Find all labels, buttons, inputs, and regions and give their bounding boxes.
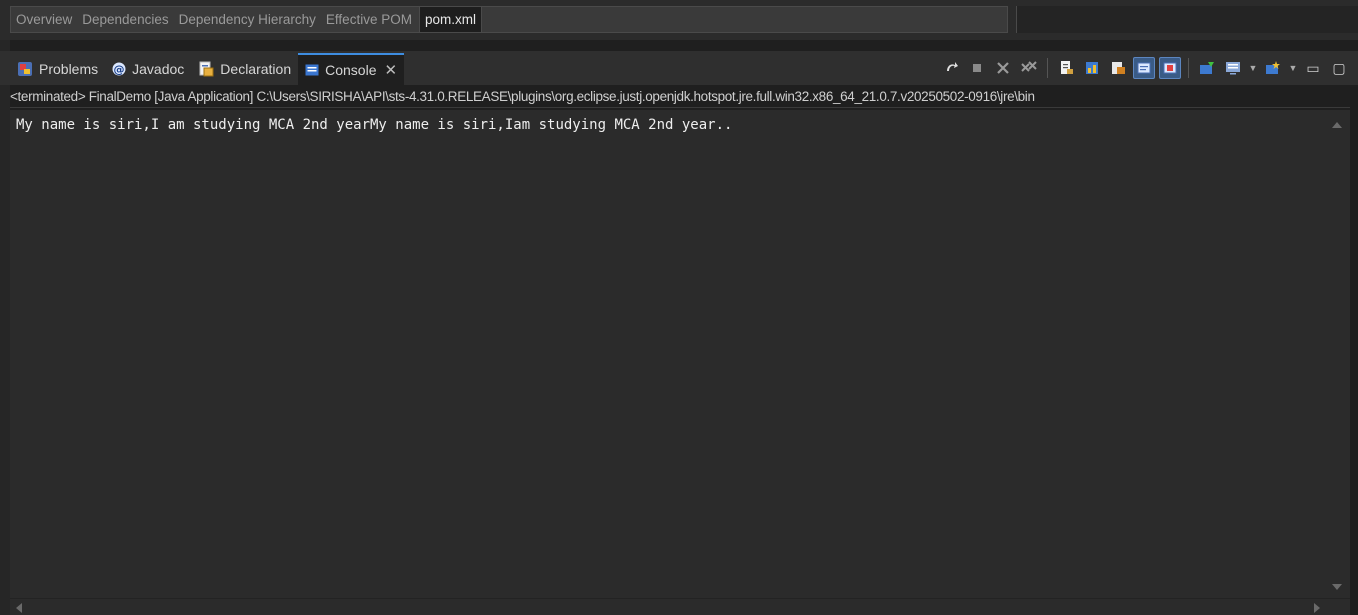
editor-tab-bar: Overview Dependencies Dependency Hierarc… bbox=[10, 6, 1008, 33]
show-stdout-icon[interactable] bbox=[1133, 57, 1155, 79]
close-icon[interactable]: ✕ bbox=[385, 63, 398, 78]
left-gutter bbox=[0, 40, 10, 615]
console-output[interactable]: My name is siri,I am studying MCA 2nd ye… bbox=[10, 110, 1325, 598]
tab-pom-xml[interactable]: pom.xml bbox=[418, 7, 482, 32]
editor-tab-strip: Overview Dependencies Dependency Hierarc… bbox=[0, 0, 1358, 40]
horizontal-scrollbar[interactable] bbox=[10, 598, 1350, 615]
tab-javadoc[interactable]: @ Javadoc bbox=[105, 53, 191, 85]
rerun-icon[interactable] bbox=[940, 57, 962, 79]
open-console-icon[interactable] bbox=[1262, 57, 1284, 79]
chevron-down-icon[interactable]: ▼ bbox=[1288, 63, 1298, 73]
declaration-icon bbox=[198, 61, 214, 77]
javadoc-at-icon: @ bbox=[112, 62, 126, 76]
toolbar-separator bbox=[1188, 58, 1189, 78]
scroll-left-icon[interactable] bbox=[16, 603, 22, 613]
right-gutter bbox=[1350, 87, 1358, 615]
word-wrap-icon[interactable] bbox=[1107, 57, 1129, 79]
clear-console-icon[interactable] bbox=[1055, 57, 1077, 79]
pin-console-icon[interactable] bbox=[1196, 57, 1218, 79]
vertical-scrollbar[interactable] bbox=[1325, 110, 1350, 598]
scroll-right-icon[interactable] bbox=[1314, 603, 1320, 613]
tab-effective-pom[interactable]: Effective POM bbox=[321, 7, 417, 32]
tab-declaration[interactable]: Declaration bbox=[191, 53, 298, 85]
terminate-icon[interactable] bbox=[966, 57, 988, 79]
tab-console-label: Console bbox=[325, 62, 377, 78]
tab-problems-label: Problems bbox=[39, 61, 99, 77]
editor-area-empty bbox=[1016, 6, 1358, 33]
tab-console[interactable]: Console ✕ bbox=[298, 53, 405, 85]
problems-icon bbox=[17, 61, 33, 77]
tab-dependencies[interactable]: Dependencies bbox=[77, 7, 173, 32]
console-icon bbox=[305, 63, 319, 77]
remove-launch-icon[interactable] bbox=[992, 57, 1014, 79]
tab-declaration-label: Declaration bbox=[220, 61, 292, 77]
view-tab-strip: Problems @ Javadoc Declaration Console ✕… bbox=[0, 51, 1358, 85]
maximize-icon[interactable]: ▢ bbox=[1328, 57, 1350, 79]
chevron-down-icon[interactable]: ▼ bbox=[1248, 63, 1258, 73]
display-console-icon[interactable] bbox=[1222, 57, 1244, 79]
tab-dependency-hierarchy[interactable]: Dependency Hierarchy bbox=[174, 7, 321, 32]
scroll-lock-icon[interactable] bbox=[1081, 57, 1103, 79]
minimize-icon[interactable]: ▭ bbox=[1302, 57, 1324, 79]
scroll-up-icon[interactable] bbox=[1332, 122, 1342, 128]
tab-overview[interactable]: Overview bbox=[11, 7, 77, 32]
svg-text:@: @ bbox=[114, 63, 125, 76]
scroll-down-icon[interactable] bbox=[1332, 584, 1342, 590]
toolbar-separator bbox=[1047, 58, 1048, 78]
tab-javadoc-label: Javadoc bbox=[132, 61, 185, 77]
remove-all-terminated-icon[interactable] bbox=[1018, 57, 1040, 79]
tab-problems[interactable]: Problems bbox=[10, 53, 105, 85]
console-toolbar: ▼ ▼ ▭ ▢ bbox=[940, 51, 1350, 85]
show-stderr-icon[interactable] bbox=[1159, 57, 1181, 79]
console-launch-info: <terminated> FinalDemo [Java Application… bbox=[10, 87, 1358, 108]
